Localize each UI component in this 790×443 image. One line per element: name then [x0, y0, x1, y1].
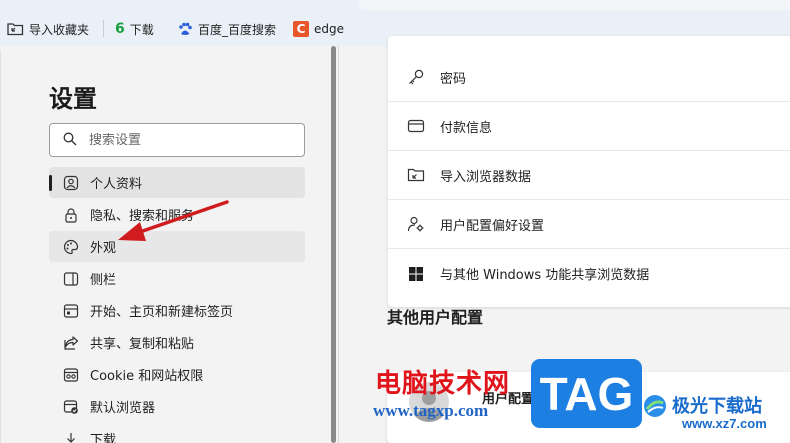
sidebar-item-label: 隐私、搜索和服务 — [90, 209, 195, 224]
selected-indicator — [49, 175, 52, 191]
settings-sidebar: 设置 个人资料 隐私、搜索和服务 外观 — [1, 46, 333, 443]
search-box[interactable] — [49, 123, 305, 157]
watermark-aurora-icon — [644, 395, 666, 417]
watermark-site-name: 极光下载站 — [672, 396, 762, 417]
row-label: 用户配置偏好设置 — [440, 218, 545, 234]
sidebar-item-label: Cookie 和网站权限 — [90, 369, 204, 384]
sidebar-item-label: 共享、复制和粘贴 — [90, 337, 195, 352]
sidebar-item-start-home[interactable]: 开始、主页和新建标签页 — [49, 295, 305, 326]
sidebar-item-label: 开始、主页和新建标签页 — [90, 305, 234, 320]
lock-icon — [62, 206, 80, 224]
search-input[interactable] — [89, 132, 279, 148]
site-permissions-icon — [62, 366, 80, 384]
default-browser-icon — [62, 398, 80, 416]
row-payment-info[interactable]: 付款信息 — [388, 102, 790, 151]
import-favorites-icon — [7, 22, 24, 36]
favorites-separator — [103, 20, 104, 37]
watermark-site-domain: www.xz7.com — [682, 416, 767, 431]
baidu-paw-icon — [177, 21, 193, 37]
sidebar-item-label: 外观 — [90, 241, 117, 256]
sidebar-item-appearance[interactable]: 外观 — [49, 231, 305, 262]
c-brand-icon: C — [293, 21, 309, 37]
favorite-baidu[interactable]: 百度_百度搜索 — [177, 18, 276, 40]
row-passwords[interactable]: 密码 — [388, 53, 790, 102]
favorite-import-favorites[interactable]: 导入收藏夹 — [7, 18, 89, 40]
watermark-tag-logo: TAG — [531, 359, 642, 428]
profile-settings-card: 密码 付款信息 导入浏览器数据 用户配置偏好设置 与其他 Windows 功能共… — [388, 36, 790, 307]
sidebar-item-share-copy-paste[interactable]: 共享、复制和粘贴 — [49, 327, 305, 358]
palette-icon — [62, 238, 80, 256]
favorite-download[interactable]: 6 下载 — [115, 18, 154, 40]
import-folder-icon — [406, 165, 426, 185]
sidebar-item-privacy[interactable]: 隐私、搜索和服务 — [49, 199, 305, 230]
other-profiles-heading: 其他用户配置 — [387, 308, 484, 327]
download-6-icon: 6 — [115, 21, 125, 37]
share-icon — [62, 334, 80, 352]
favorite-label: 下载 — [129, 22, 154, 37]
favorite-edge[interactable]: C edge — [293, 18, 344, 40]
profile-settings-icon — [406, 214, 426, 234]
sidebar-item-sidebar[interactable]: 侧栏 — [49, 263, 305, 294]
row-label: 导入浏览器数据 — [440, 169, 532, 185]
watermark-url: www.tagxp.com — [373, 401, 489, 420]
key-icon — [406, 67, 426, 87]
page-title: 设置 — [49, 85, 97, 113]
sidebar-item-cookies[interactable]: Cookie 和网站权限 — [49, 359, 305, 390]
search-icon — [63, 131, 77, 150]
home-grid-icon — [62, 302, 80, 320]
row-label: 付款信息 — [440, 120, 493, 136]
sidebar-item-label: 个人资料 — [90, 177, 143, 192]
favorite-label: edge — [314, 22, 344, 36]
sidebar-item-default-browser[interactable]: 默认浏览器 — [49, 391, 305, 422]
sidebar-item-label: 默认浏览器 — [90, 401, 156, 416]
sidebar-icon — [62, 270, 80, 288]
favorite-label: 百度_百度搜索 — [198, 22, 277, 37]
row-import-browser-data[interactable]: 导入浏览器数据 — [388, 151, 790, 200]
credit-card-icon — [406, 116, 426, 136]
sidebar-item-label: 侧栏 — [90, 273, 117, 288]
profile-icon — [62, 174, 80, 192]
tab-strip-edge — [358, 0, 790, 10]
row-label: 密码 — [440, 71, 467, 87]
row-profile-preferences[interactable]: 用户配置偏好设置 — [388, 200, 790, 249]
sidebar-scrollbar-thumb[interactable] — [331, 46, 336, 443]
row-label: 与其他 Windows 功能共享浏览数据 — [440, 268, 650, 283]
sidebar-item-label: 下载 — [90, 433, 117, 443]
watermark-text: 电脑技术网 — [375, 369, 511, 399]
favorite-label: 导入收藏夹 — [29, 22, 90, 37]
sidebar-item-profiles[interactable]: 个人资料 — [49, 167, 305, 198]
download-icon — [62, 430, 80, 443]
sidebar-item-downloads[interactable]: 下载 — [49, 423, 305, 443]
windows-icon — [406, 264, 426, 284]
row-share-with-windows[interactable]: 与其他 Windows 功能共享浏览数据 — [388, 249, 790, 298]
